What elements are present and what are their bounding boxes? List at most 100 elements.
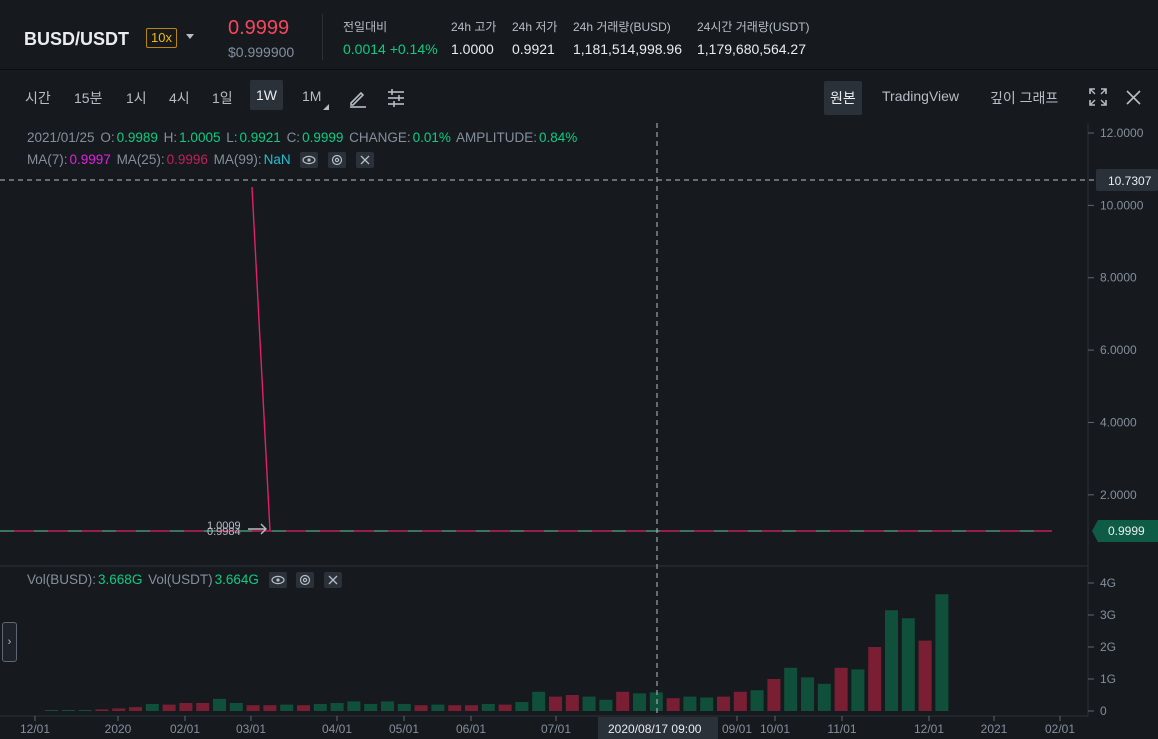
volume-bar <box>78 710 92 711</box>
volume-bar <box>616 691 630 711</box>
indicator-settings-icon[interactable] <box>386 88 406 108</box>
leverage-badge[interactable]: 10x <box>146 28 177 48</box>
symbol-dropdown-icon[interactable] <box>186 34 194 39</box>
x-tick-label: 09/01 <box>722 722 752 736</box>
volume-bar <box>95 709 109 711</box>
last-price: 0.9999 <box>228 17 290 39</box>
more-intervals-icon[interactable] <box>323 104 329 110</box>
low-value: 0.9921 <box>239 130 281 145</box>
ma-legend: MA(7): 0.9997 MA(25): 0.9996 MA(99): NaN <box>27 152 376 169</box>
change-value: 0.0014 +0.14% <box>343 41 438 57</box>
ma7-label: MA(7): <box>27 152 68 167</box>
ma-visibility-eye-icon[interactable] <box>300 152 319 169</box>
ma-settings-icon[interactable] <box>328 152 347 169</box>
interval-15m[interactable]: 15분 <box>74 88 102 108</box>
volume-bar <box>145 703 159 711</box>
volume-bar <box>263 705 277 711</box>
high-value: 1.0005 <box>179 130 221 145</box>
volume-bar <box>767 679 781 711</box>
volume-bar <box>549 696 562 711</box>
chart-area[interactable]: 12.0000 10.0000 8.0000 6.0000 4.0000 2.0000 4… <box>0 123 1158 739</box>
volume-tick-label: 4G <box>1100 576 1116 590</box>
volume-bar <box>498 704 512 711</box>
x-tick-label: 06/01 <box>456 722 486 736</box>
volume-bar <box>532 691 546 711</box>
interval-4h[interactable]: 4시 <box>169 88 190 108</box>
vol-visibility-eye-icon[interactable] <box>268 572 287 589</box>
volume-bar <box>817 683 831 711</box>
change-label: 전일대비 <box>343 20 388 34</box>
volume-bar <box>364 703 378 711</box>
vol-busd-value: 3.668G <box>98 572 143 587</box>
low-value: 0.9921 <box>512 41 555 57</box>
volume-usdt-value: 1,179,680,564.27 <box>697 41 806 57</box>
volume-bar <box>918 640 932 711</box>
ma7-value: 0.9997 <box>69 152 111 167</box>
interval-1h[interactable]: 1시 <box>126 88 147 108</box>
view-depth-tab[interactable]: 깊이 그래프 <box>990 88 1058 108</box>
price-tick-label: 10.0000 <box>1100 198 1144 212</box>
vol-settings-icon[interactable] <box>296 572 315 589</box>
volume-bar <box>179 703 193 711</box>
ma-remove-icon[interactable] <box>355 152 374 169</box>
close-icon[interactable] <box>1126 90 1141 105</box>
ma99-value: NaN <box>263 152 291 167</box>
vol-remove-icon[interactable] <box>324 572 343 589</box>
volume-tick-label: 3G <box>1100 608 1116 622</box>
sidebar-expand-chevron-icon[interactable]: › <box>2 622 17 662</box>
volume-bar <box>834 667 848 711</box>
interval-time[interactable]: 시간 <box>25 88 51 108</box>
volume-bar <box>61 710 75 711</box>
ma99-label: MA(99): <box>213 152 262 167</box>
close-value: 0.9999 <box>302 130 344 145</box>
interval-1d[interactable]: 1일 <box>212 88 233 108</box>
volume-bar <box>801 677 814 711</box>
app-window: BUSD/USDT 10x 0.9999 $0.999900 전일대비 0.00… <box>0 0 1158 739</box>
volume-bar <box>196 703 210 711</box>
volume-bar <box>381 701 394 711</box>
volume-bar <box>717 696 730 711</box>
volume-bar <box>112 708 126 711</box>
volume-bar <box>280 704 294 711</box>
price-tick-label: 6.0000 <box>1100 343 1137 357</box>
volume-bar <box>750 690 764 711</box>
ma7-spike-line <box>251 186 271 532</box>
symbol-title[interactable]: BUSD/USDT <box>24 29 129 50</box>
chart-canvas[interactable]: 12.0000 10.0000 8.0000 6.0000 4.0000 2.0000 4… <box>0 123 1158 739</box>
usd-price: $0.999900 <box>228 44 295 60</box>
volume-bar <box>599 699 613 711</box>
crosshair-price-label: 10.7307 <box>1108 174 1152 188</box>
volume-bar <box>213 698 226 711</box>
divider <box>322 14 323 60</box>
ohlc-date: 2021/01/25 <box>27 130 95 145</box>
price-tick-label: 8.0000 <box>1100 271 1137 285</box>
amplitude-value: 0.84% <box>538 130 578 145</box>
volume-bar <box>885 610 898 711</box>
x-tick-label: 03/01 <box>236 722 266 736</box>
volume-bar <box>633 693 646 711</box>
volume-bar <box>330 703 344 711</box>
volume-bar <box>582 696 596 711</box>
volume-bar <box>901 618 915 711</box>
fullscreen-icon[interactable] <box>1089 88 1107 106</box>
interval-1m[interactable]: 1M <box>302 88 321 104</box>
volume-legend: Vol(BUSD): 3.668G Vol(USDT) 3.664G <box>27 572 344 589</box>
volume-bar <box>129 707 142 711</box>
volume-bar <box>565 695 579 711</box>
price-tick-label: 12.0000 <box>1100 126 1144 140</box>
low-label: 24h 저가 <box>512 20 558 34</box>
volume-bar <box>935 594 949 711</box>
volume-bar <box>313 703 327 711</box>
view-tradingview-tab[interactable]: TradingView <box>882 88 959 104</box>
volume-bar <box>481 703 495 711</box>
crosshair-date-label: 2020/08/17 09:00 <box>608 722 702 736</box>
view-original-tab[interactable]: 원본 <box>824 81 862 115</box>
ma25-value: 0.9996 <box>166 152 208 167</box>
draw-pencil-icon[interactable] <box>348 88 368 108</box>
volume-bar <box>246 705 260 711</box>
interval-1w[interactable]: 1W <box>250 80 283 110</box>
x-tick-label: 12/01 <box>20 722 50 736</box>
volume-bar <box>297 705 310 711</box>
high-label: 24h 고가 <box>451 20 497 34</box>
volume-bar <box>851 669 865 711</box>
